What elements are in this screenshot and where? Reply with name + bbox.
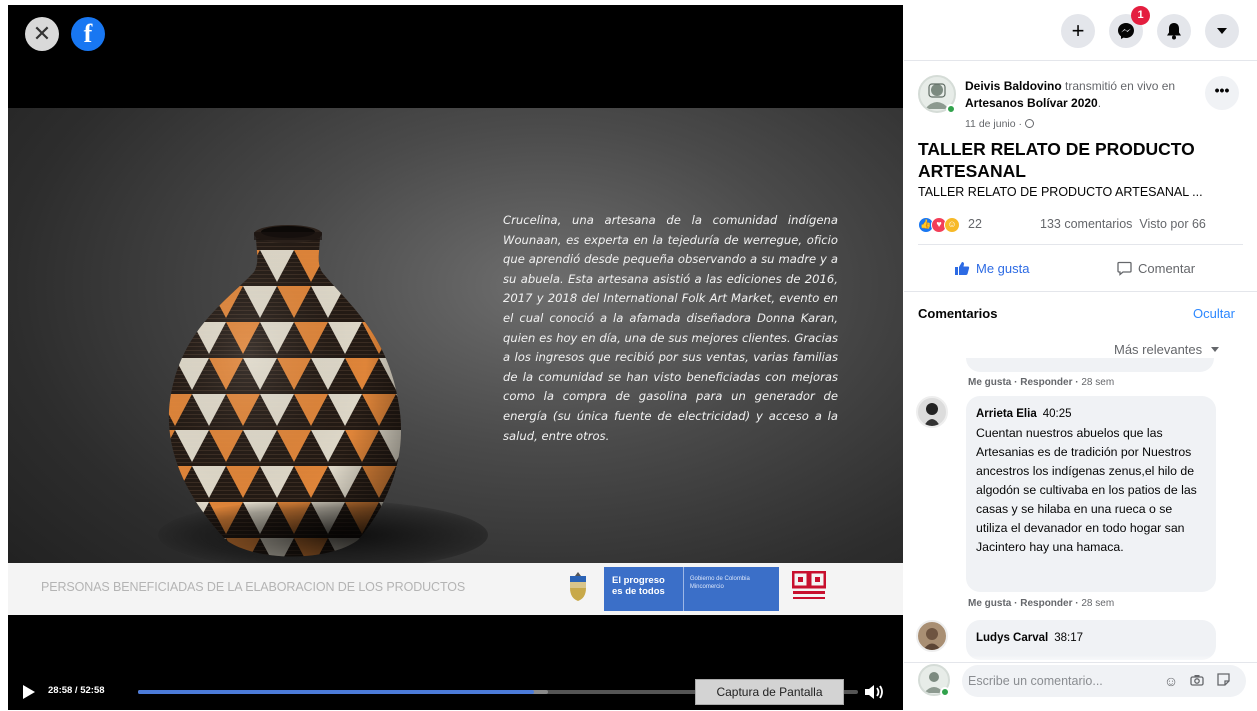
video-frame: Crucelina, una artesana de la comunidad … xyxy=(8,108,903,615)
like-button[interactable]: Me gusta xyxy=(954,256,1029,280)
vase-pattern-triangle xyxy=(396,466,402,498)
progress-fill xyxy=(138,690,534,694)
video-controls: 28:58 / 52:58 Captura de Pantalla xyxy=(8,677,903,707)
vase-pattern-triangle xyxy=(396,250,402,282)
bell-icon[interactable] xyxy=(1157,14,1191,48)
comment-button[interactable]: Comentar xyxy=(1117,256,1195,280)
comment-time: 28 sem xyxy=(1081,598,1115,609)
vase-shadow xyxy=(158,500,488,570)
post-action: transmitió en vivo en xyxy=(1065,79,1176,93)
comment-actions: Me gusta · Responder · 28 sem xyxy=(968,598,1115,609)
hide-comments-link[interactable]: Ocultar xyxy=(1193,306,1235,321)
vase-pattern-triangle xyxy=(396,322,402,354)
vase-pattern-triangle xyxy=(175,286,209,318)
post-date-text: 11 de junio · xyxy=(965,118,1023,130)
sort-label: Más relevantes xyxy=(1114,342,1203,357)
globe-icon xyxy=(1024,119,1034,128)
gov-logo-line1: El progreso xyxy=(612,575,665,586)
colombia-crest-icon xyxy=(570,572,586,601)
vase-pattern-triangle xyxy=(413,430,418,462)
artesanias-logo-icon xyxy=(792,571,826,599)
caret-down-icon[interactable] xyxy=(1205,14,1239,48)
commenter-avatar[interactable] xyxy=(916,620,948,652)
scroll-fade xyxy=(904,655,1257,665)
comment-time: 28 sem xyxy=(1081,377,1115,388)
comment-bubble: Ludys Carval 38:17 xyxy=(966,620,1216,660)
comment-bubble: Arrieta Elia 40:25 Cuentan nuestros abuel… xyxy=(966,396,1216,592)
comment-actions: Me gusta · Responder · 28 sem xyxy=(968,377,1115,388)
screenshot-tooltip: Captura de Pantalla xyxy=(695,679,844,705)
commenter-name[interactable]: Ludys Carval xyxy=(976,632,1048,644)
banner-text: PERSONAS BENEFICIADAS DE LA ELABORACION … xyxy=(41,580,466,594)
header-divider xyxy=(904,60,1257,61)
vase-pattern-triangle xyxy=(168,358,175,390)
notification-badge: 1 xyxy=(1131,6,1150,25)
view-count: Visto por 66 xyxy=(1139,217,1206,231)
commenter-avatar[interactable] xyxy=(916,396,948,428)
vase-pattern-triangle xyxy=(168,286,175,318)
online-indicator xyxy=(946,104,956,114)
composer-divider xyxy=(904,662,1257,663)
commenter-name[interactable]: Arrieta Elia xyxy=(976,408,1037,420)
gobierno-logo: El progreso es de todos Gobierno de Colom… xyxy=(604,567,779,611)
vase-pattern-triangle xyxy=(328,250,362,282)
gov-logo-line2: es de todos xyxy=(612,586,665,597)
author-name[interactable]: Deivis Baldovino xyxy=(965,79,1062,93)
actions-divider xyxy=(918,244,1243,245)
comment-input[interactable] xyxy=(966,665,1146,697)
comment-like-link[interactable]: Me gusta xyxy=(968,377,1011,388)
facebook-logo-icon[interactable]: f xyxy=(71,17,105,51)
vase-pattern-triangle xyxy=(362,250,396,282)
video-banner: PERSONAS BENEFICIADAS DE LA ELABORACION … xyxy=(8,563,903,615)
vase-image xyxy=(158,210,488,570)
vase-pattern-triangle xyxy=(413,286,418,318)
vase-pattern-triangle xyxy=(413,358,418,390)
reaction-icons[interactable]: 👍 ♥ ☺ xyxy=(918,215,960,235)
post-description[interactable]: TALLER RELATO DE PRODUCTO ARTESANAL ... xyxy=(918,185,1248,199)
comment-icon xyxy=(1117,261,1132,276)
sort-dropdown[interactable]: Más relevantes xyxy=(1114,342,1219,357)
reaction-count[interactable]: 22 xyxy=(968,217,982,231)
previous-comment-bubble xyxy=(966,358,1214,372)
post-title: TALLER RELATO DE PRODUCTO ARTESANAL xyxy=(918,139,1195,181)
time-display: 28:58 / 52:58 xyxy=(48,685,105,696)
comments-divider xyxy=(904,291,1257,292)
post-meta: Deivis Baldovino transmitió en vivo en A… xyxy=(965,79,1176,110)
sticker-icon[interactable] xyxy=(1214,672,1232,690)
comments-header: Comentarios xyxy=(918,306,998,321)
comment-count[interactable]: 133 comentarios xyxy=(1040,217,1132,231)
post-stats: 133 comentarios Visto por 66 xyxy=(1040,217,1206,231)
screen: ✕ f Crucelina, una artesana de la comuni… xyxy=(0,0,1257,711)
more-options-button[interactable]: ••• xyxy=(1205,76,1239,110)
post-date[interactable]: 11 de junio · xyxy=(965,118,1034,130)
vase-pattern-triangle xyxy=(379,286,402,318)
group-name[interactable]: Artesanos Bolívar 2020 xyxy=(965,96,1098,110)
comment-timestamp[interactable]: 38:17 xyxy=(1054,632,1083,644)
like-icon xyxy=(955,261,970,275)
like-label: Me gusta xyxy=(976,260,1030,276)
comment-text: Cuentan nuestros abuelos que las Artesan… xyxy=(976,426,1197,554)
comment-composer[interactable]: ☺ xyxy=(962,665,1246,697)
play-icon[interactable] xyxy=(23,685,35,699)
camera-icon[interactable] xyxy=(1188,672,1206,690)
vase-pattern-triangle xyxy=(168,250,192,282)
emoji-icon[interactable]: ☺ xyxy=(1162,672,1180,690)
plus-icon[interactable]: + xyxy=(1061,14,1095,48)
comment-reply-link[interactable]: Responder xyxy=(1020,377,1072,388)
video-player[interactable]: ✕ f Crucelina, una artesana de la comuni… xyxy=(8,5,903,710)
haha-reaction-icon: ☺ xyxy=(944,217,960,233)
comment-reply-link[interactable]: Responder xyxy=(1020,598,1072,609)
online-indicator xyxy=(940,687,950,697)
comment-timestamp[interactable]: 40:25 xyxy=(1043,408,1072,420)
video-caption: Crucelina, una artesana de la comunidad … xyxy=(503,213,838,443)
volume-icon[interactable] xyxy=(863,683,885,701)
vase-pattern-triangle xyxy=(192,250,226,282)
gov-logo-small: Gobierno de Colombia Mincomercio xyxy=(689,576,750,590)
side-panel: + 1 Deivis Baldovino transmitió en vivo … xyxy=(904,0,1257,711)
chevron-down-icon xyxy=(1210,347,1219,352)
close-icon[interactable]: ✕ xyxy=(25,17,59,51)
comment-label: Comentar xyxy=(1138,260,1196,276)
comment-like-link[interactable]: Me gusta xyxy=(968,598,1011,609)
